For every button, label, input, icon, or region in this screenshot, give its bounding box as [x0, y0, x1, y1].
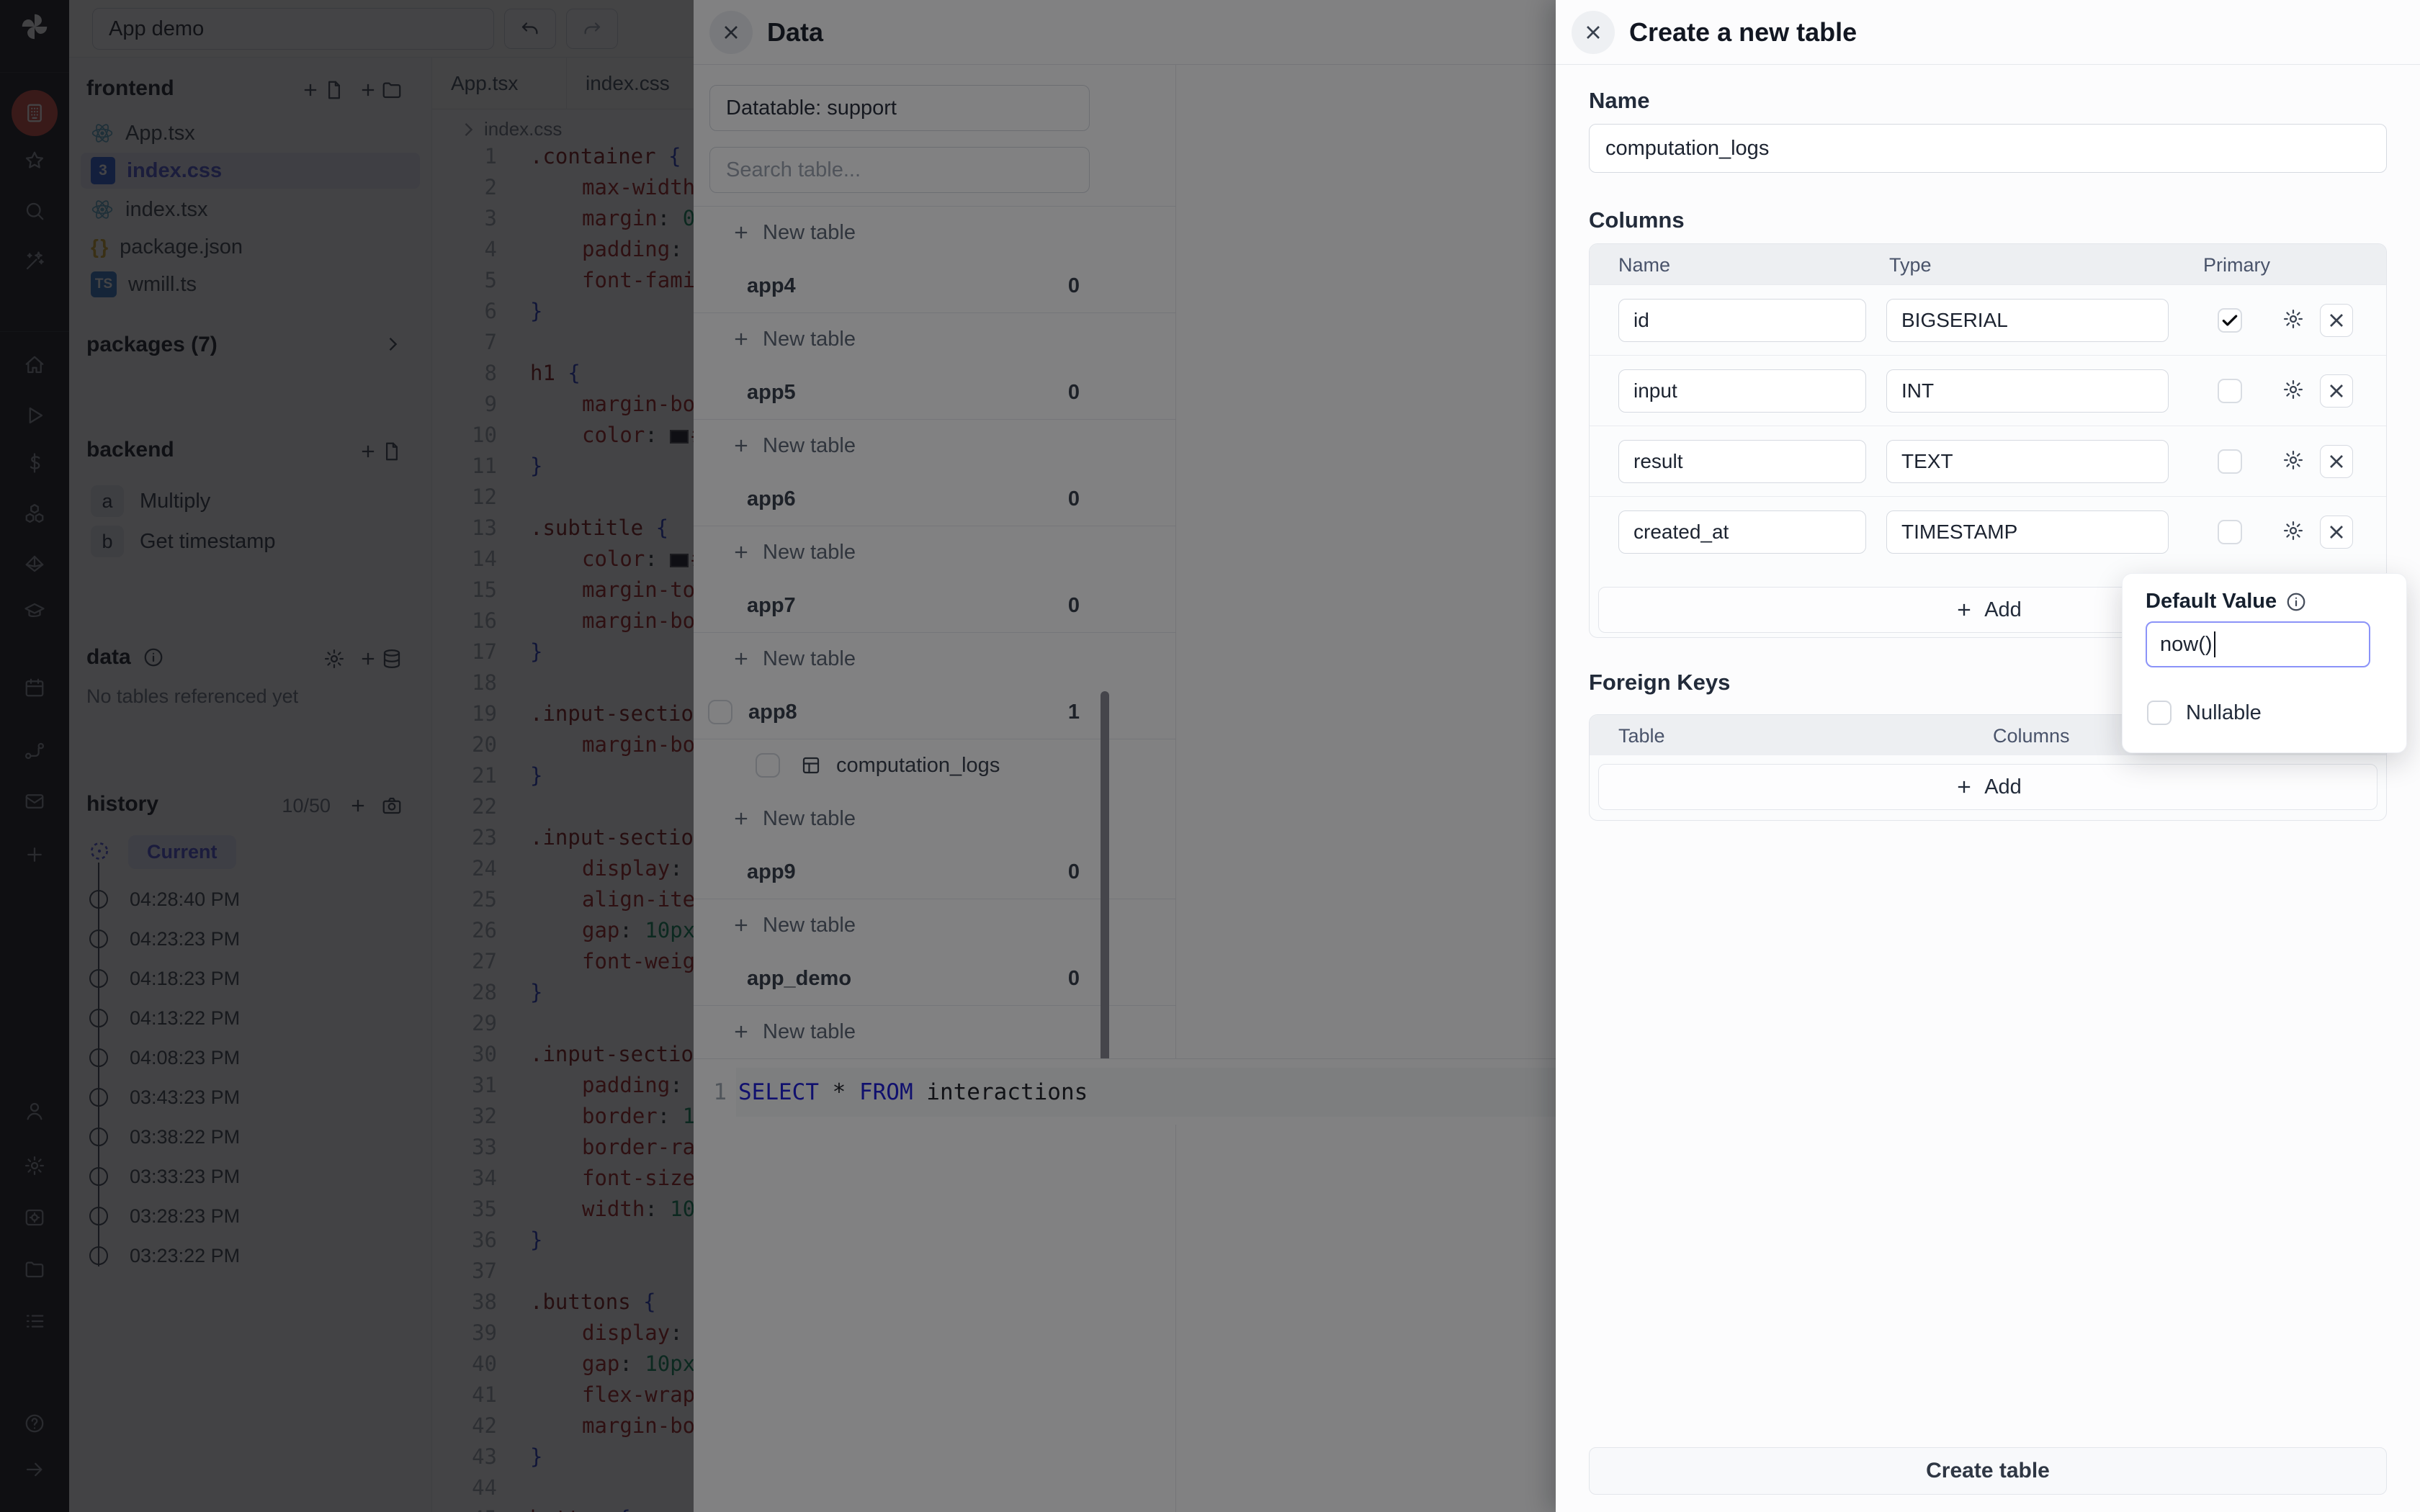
add-foreign-key-button[interactable]: Add — [1598, 764, 2378, 810]
info-icon — [2285, 591, 2307, 613]
remove-column-button[interactable] — [2320, 374, 2353, 408]
column-name-input[interactable]: input — [1618, 369, 1866, 413]
create-drawer-title: Create a new table — [1629, 0, 1857, 65]
default-value-label: Default Value — [2146, 590, 2307, 613]
column-settings-gear-icon[interactable] — [2282, 379, 2304, 400]
text-cursor — [2214, 631, 2215, 657]
column-type-input[interactable]: INT — [1886, 369, 2169, 413]
remove-column-button[interactable] — [2320, 304, 2353, 337]
nullable-checkbox[interactable] — [2147, 701, 2172, 725]
column-type-input[interactable]: TIMESTAMP — [1886, 510, 2169, 554]
columns-table-header: Name Type Primary — [1590, 244, 2386, 284]
close-icon — [1582, 21, 1605, 44]
primary-checkbox[interactable] — [2218, 449, 2242, 474]
columns-label: Columns — [1589, 207, 1685, 233]
windmill-app-editor: frontend App.tsx 3index.css index.tsx { … — [0, 0, 2420, 1512]
create-table-button[interactable]: Create table — [1589, 1447, 2387, 1495]
column-settings-gear-icon[interactable] — [2282, 449, 2304, 471]
column-row-input: input INT — [1590, 355, 2386, 426]
column-type-input[interactable]: BIGSERIAL — [1886, 299, 2169, 342]
column-settings-gear-icon[interactable] — [2282, 520, 2304, 541]
column-row-created_at: created_at TIMESTAMP — [1590, 496, 2386, 567]
primary-checkbox[interactable] — [2218, 308, 2242, 333]
column-name-input[interactable]: id — [1618, 299, 1866, 342]
foreign-keys-label: Foreign Keys — [1589, 670, 1730, 696]
column-settings-gear-icon[interactable] — [2282, 308, 2304, 330]
default-value-popup: Default Value now() Nullable — [2122, 573, 2407, 753]
remove-column-button[interactable] — [2320, 516, 2353, 549]
create-drawer-close-button[interactable] — [1572, 11, 1615, 54]
create-drawer-header: Create a new table — [1556, 0, 2420, 65]
table-name-input[interactable]: computation_logs — [1589, 124, 2387, 173]
columns-rows: id BIGSERIAL input INT result TEXT creat… — [1590, 284, 2386, 567]
column-type-input[interactable]: TEXT — [1886, 440, 2169, 483]
create-table-drawer: Create a new table Name computation_logs… — [1556, 0, 2420, 1512]
nullable-row: Nullable — [2147, 701, 2262, 725]
name-label: Name — [1589, 88, 1649, 114]
nullable-label: Nullable — [2186, 701, 2262, 725]
primary-checkbox[interactable] — [2218, 520, 2242, 544]
column-row-result: result TEXT — [1590, 426, 2386, 496]
default-value-input[interactable]: now() — [2146, 621, 2370, 667]
column-row-id: id BIGSERIAL — [1590, 284, 2386, 355]
plus-icon — [1954, 777, 1974, 797]
column-name-input[interactable]: result — [1618, 440, 1866, 483]
remove-column-button[interactable] — [2320, 445, 2353, 478]
column-name-input[interactable]: created_at — [1618, 510, 1866, 554]
plus-icon — [1954, 600, 1974, 620]
primary-checkbox[interactable] — [2218, 379, 2242, 403]
